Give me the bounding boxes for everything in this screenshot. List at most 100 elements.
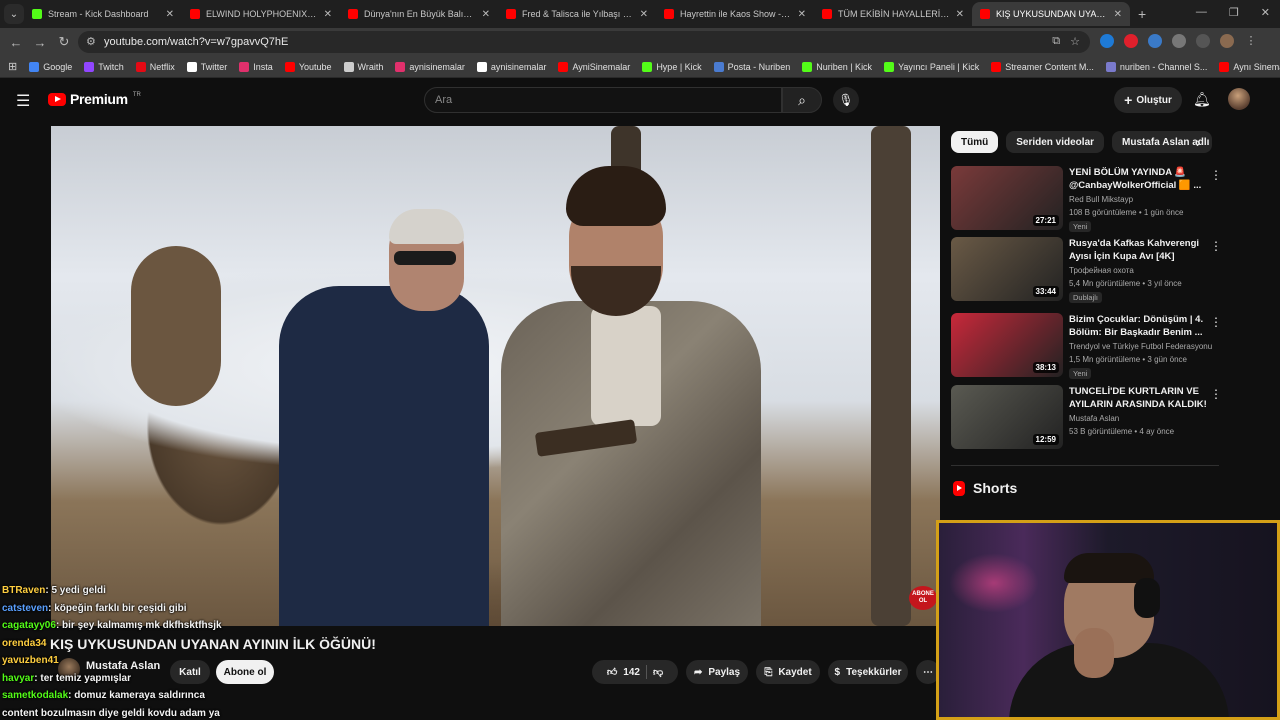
video-title[interactable]: Bizim Çocuklar: Dönüşüm | 4. Bölüm: Bir … (1069, 313, 1207, 339)
browser-tab[interactable]: Dünya'nın En Büyük Balığı: Balı ✕ (340, 2, 498, 26)
channel-name[interactable]: Mustafa Aslan (1069, 414, 1119, 423)
thumbs-up-icon[interactable]: 👍︎ (607, 666, 617, 678)
tab-search-button[interactable]: ⌄ (4, 4, 24, 24)
shield-icon[interactable] (1148, 34, 1162, 48)
install-icon[interactable]: ⧉ (1052, 35, 1060, 48)
restore-icon[interactable]: ❐ (1229, 6, 1239, 19)
kebab-menu-icon[interactable]: ⋮ (1244, 34, 1258, 48)
media-icon[interactable] (1196, 34, 1210, 48)
minimize-icon[interactable]: — (1196, 6, 1207, 19)
bookmark-item[interactable]: Yayıncı Paneli | Kick (884, 61, 979, 72)
video-thumbnail[interactable]: 27:21 (951, 166, 1063, 230)
recommended-video[interactable]: 38:13 Bizim Çocuklar: Dönüşüm | 4. Bölüm:… (951, 313, 1222, 379)
extension-icon[interactable] (1124, 34, 1138, 48)
chat-username[interactable]: cagatayy06 (2, 620, 56, 631)
bookmark-item[interactable]: Nuriben | Kick (802, 61, 872, 72)
search-icon[interactable]: ⌕ (782, 87, 822, 113)
site-info-icon[interactable]: ⚙ (86, 35, 96, 48)
search-input[interactable]: Ara (424, 87, 782, 113)
kebab-menu-icon[interactable]: ⋮ (1210, 239, 1222, 253)
bell-icon[interactable]: 🔔︎ (1193, 91, 1211, 108)
browser-tab[interactable]: ELWIND HOLYPHOENIX'E TEK A ✕ (182, 2, 340, 26)
filter-chip[interactable]: Tümü (951, 131, 999, 153)
reload-icon[interactable]: ↻ (52, 34, 76, 50)
bookmark-item[interactable]: Google (29, 61, 72, 72)
chat-username[interactable]: catsteven (2, 603, 48, 614)
menu-icon[interactable]: ☰ (16, 91, 30, 111)
recommended-video[interactable]: 27:21 YENİ BÖLÜM YAYINDA 🚨 @CanbayWolkerO… (951, 166, 1222, 232)
browser-tab[interactable]: Hayrettin ile Kaos Show - 2.Sez ✕ (656, 2, 814, 26)
bookmark-item[interactable]: aynisinemalar (476, 61, 546, 72)
close-tab-icon[interactable]: ✕ (1114, 9, 1122, 20)
video-title[interactable]: YENİ BÖLÜM YAYINDA 🚨 @CanbayWolkerOffici… (1069, 166, 1207, 192)
profile-icon[interactable] (1220, 34, 1234, 48)
kebab-menu-icon[interactable]: ⋮ (1210, 168, 1222, 182)
bookmark-item[interactable]: Youtube (284, 61, 332, 72)
bookmark-item[interactable]: Twitter (186, 61, 227, 72)
chat-username[interactable]: havyar (2, 673, 34, 684)
close-tab-icon[interactable]: ✕ (482, 9, 490, 20)
bookmark-item[interactable]: Wraith (343, 61, 383, 72)
bookmark-item[interactable]: Netflix (135, 61, 175, 72)
extension-icon[interactable] (1100, 34, 1114, 48)
browser-tab[interactable]: KIŞ UYKUSUNDAN UYANAN ✕ (972, 2, 1130, 26)
bookmark-item[interactable]: nuriben - Channel S... (1105, 61, 1207, 72)
chat-text: : bir şey kalmamış mk dkfhsktfhsjk (55, 620, 222, 631)
channel-name[interactable]: Трофейная охота (1069, 266, 1134, 275)
bookmark-item[interactable]: Hype | Kick (642, 61, 702, 72)
chat-username[interactable]: sametkodalak (2, 690, 68, 701)
bookmark-item[interactable]: Streamer Content M... (991, 61, 1094, 72)
microphone-icon[interactable]: 🎙 (833, 87, 859, 113)
close-tab-icon[interactable]: ✕ (324, 9, 332, 20)
puzzle-icon[interactable] (1172, 34, 1186, 48)
bookmark-item[interactable]: AyniSinemalar (558, 61, 630, 72)
video-thumbnail[interactable]: 38:13 (951, 313, 1063, 377)
bookmark-star-icon[interactable]: ☆ (1070, 35, 1080, 48)
close-window-icon[interactable]: ✕ (1261, 6, 1270, 19)
browser-tab[interactable]: Fred & Talisca ile Yılbaşı Kurabi ✕ (498, 2, 656, 26)
close-tab-icon[interactable]: ✕ (798, 9, 806, 20)
kebab-menu-icon[interactable]: ⋮ (1210, 315, 1222, 329)
close-tab-icon[interactable]: ✕ (956, 9, 964, 20)
channel-name[interactable]: Red Bull Mikstayp (1069, 195, 1133, 204)
address-bar[interactable]: ⚙ youtube.com/watch?v=w7gpavvQ7hE ⧉ ☆ (78, 31, 1090, 53)
chat-username[interactable]: orenda34 (2, 638, 46, 649)
video-thumbnail[interactable]: 33:44 (951, 237, 1063, 301)
thanks-button[interactable]: $ Teşekkürler (828, 660, 908, 684)
chat-username[interactable]: yavuzben41 (2, 655, 59, 666)
video-title[interactable]: TUNCELİ'DE KURTLARIN VE AYILARIN ARASIND… (1069, 385, 1207, 411)
video-player[interactable]: ABONE OL (51, 126, 940, 626)
back-icon[interactable]: ← (4, 35, 28, 50)
create-button[interactable]: + Oluştur (1114, 87, 1182, 113)
channel-name[interactable]: Trendyol ve Türkiye Futbol Federasyonu (1069, 342, 1212, 351)
bookmark-item[interactable]: Insta (239, 61, 273, 72)
youtube-play-icon (48, 92, 66, 106)
video-thumbnail[interactable]: 12:59 (951, 385, 1063, 449)
chat-username[interactable]: BTRaven (2, 585, 45, 596)
recommended-video[interactable]: 12:59 TUNCELİ'DE KURTLARIN VE AYILARIN AR… (951, 385, 1222, 451)
chevron-right-icon[interactable]: › (1196, 134, 1201, 150)
apps-grid-icon[interactable]: ⊞ (8, 60, 17, 73)
youtube-logo[interactable]: Premium TR (48, 91, 141, 107)
bookmark-item[interactable]: Twitch (84, 61, 124, 72)
filter-chip[interactable]: Seriden videolar (1006, 131, 1105, 153)
share-button[interactable]: ➦ Paylaş (686, 660, 748, 684)
recommended-video[interactable]: 33:44 Rusya'da Kafkas Kahverengi Ayısı İç… (951, 237, 1222, 303)
save-label: Kaydet (778, 666, 812, 678)
bookmark-item[interactable]: Aynı Sinemalar - Ça... (1219, 61, 1280, 72)
browser-tab[interactable]: Stream - Kick Dashboard ✕ (24, 2, 182, 26)
browser-tab[interactable]: TÜM EKİBİN HAYALLERİNİ GER ✕ (814, 2, 972, 26)
video-title[interactable]: Rusya'da Kafkas Kahverengi Ayısı İçin Ku… (1069, 237, 1207, 263)
avatar[interactable] (1228, 88, 1250, 110)
bookmark-item[interactable]: aynisinemalar (395, 61, 465, 72)
bookmark-item[interactable]: Posta - Nuriben (713, 61, 790, 72)
kebab-menu-icon[interactable]: ⋮ (1210, 387, 1222, 401)
close-tab-icon[interactable]: ✕ (166, 9, 174, 20)
new-tab-button[interactable]: + (1138, 6, 1146, 22)
thumbs-down-icon[interactable]: 👎︎ (653, 666, 663, 678)
save-button[interactable]: ⎘ Kaydet (756, 660, 820, 684)
bookmark-favicon-icon (1219, 61, 1230, 72)
forward-icon[interactable]: → (28, 35, 52, 50)
close-tab-icon[interactable]: ✕ (640, 9, 648, 20)
subscribe-overlay-badge[interactable]: ABONE OL (909, 586, 937, 610)
